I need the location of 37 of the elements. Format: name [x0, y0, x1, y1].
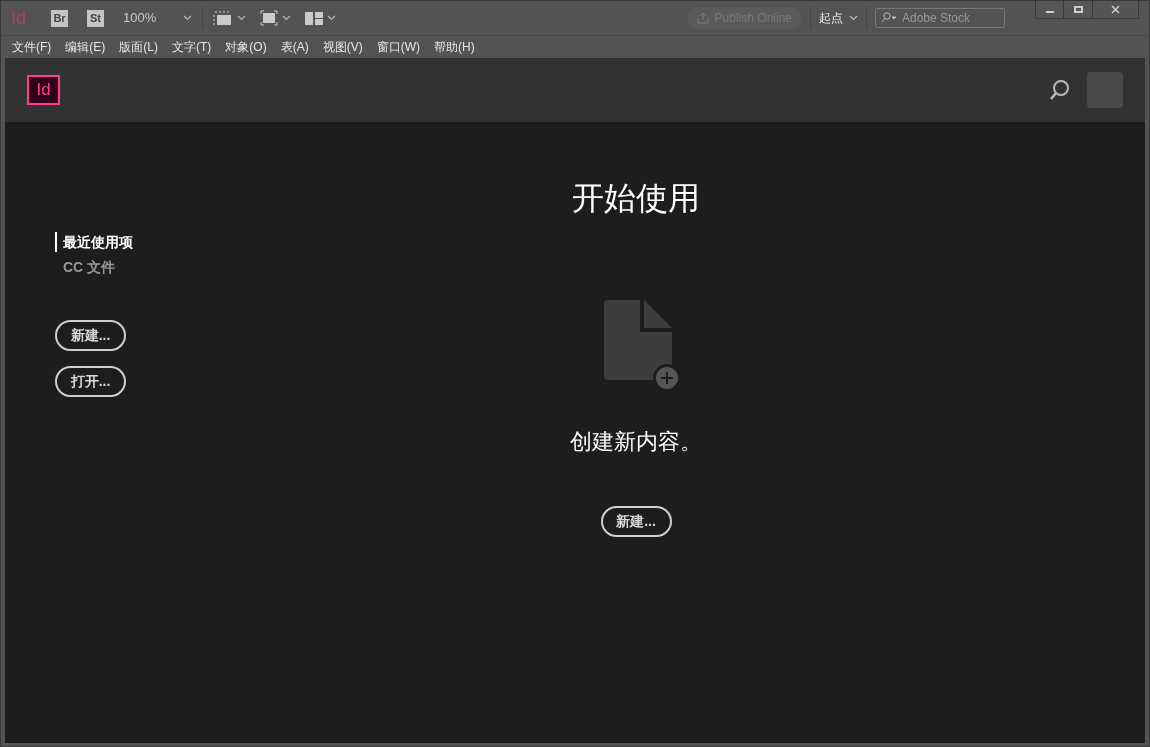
minimize-button[interactable]	[1035, 1, 1064, 19]
caption-text: 创建新内容。	[570, 428, 702, 456]
sidebar-item[interactable]: 最近使用项	[55, 232, 133, 252]
app-logo: Id	[27, 75, 60, 105]
sidebar-button[interactable]: 新建...	[55, 320, 126, 351]
frame-icon[interactable]	[213, 10, 233, 26]
menu-item[interactable]: 帮助(H)	[427, 37, 482, 56]
chevron-down-icon[interactable]	[237, 15, 246, 21]
menu-item[interactable]: 对象(O)	[218, 37, 274, 56]
chevron-down-icon[interactable]	[327, 15, 336, 21]
menu-item[interactable]: 编辑(E)	[58, 37, 113, 56]
new-button[interactable]: 新建...	[600, 506, 672, 537]
page-title: 开始使用	[572, 179, 700, 218]
menu-item[interactable]: 文件(F)	[5, 37, 59, 56]
close-icon	[1111, 5, 1120, 14]
search-field[interactable]: Adobe Stock	[875, 8, 1005, 28]
app-launcher[interactable]: Br	[51, 9, 68, 27]
zoom-field[interactable]: 100%	[123, 8, 183, 28]
chevron-down-icon[interactable]	[849, 15, 858, 21]
chevron-down-icon[interactable]	[282, 15, 291, 21]
layout-icon[interactable]	[305, 11, 323, 25]
workspace-menu[interactable]: 起点	[819, 9, 843, 27]
app-logo: Id	[11, 6, 27, 30]
upload-icon	[696, 12, 709, 24]
menu-item[interactable]: 窗口(W)	[369, 37, 427, 56]
close-button[interactable]	[1092, 1, 1139, 19]
sidebar-item[interactable]: CC 文件	[55, 257, 116, 277]
menu-item[interactable]: 视图(V)	[315, 37, 370, 56]
search-icon	[880, 12, 898, 23]
menu-item[interactable]: 文字(T)	[165, 37, 219, 56]
sidebar-button[interactable]: 打开...	[55, 366, 126, 397]
menu-item[interactable]: 版面(L)	[112, 37, 165, 56]
search-icon[interactable]	[1049, 79, 1071, 101]
screen-mode-icon[interactable]	[260, 10, 278, 26]
app-launcher[interactable]: St	[87, 9, 104, 27]
chevron-down-icon[interactable]	[183, 15, 192, 21]
menu-item[interactable]: 表(A)	[273, 37, 316, 56]
